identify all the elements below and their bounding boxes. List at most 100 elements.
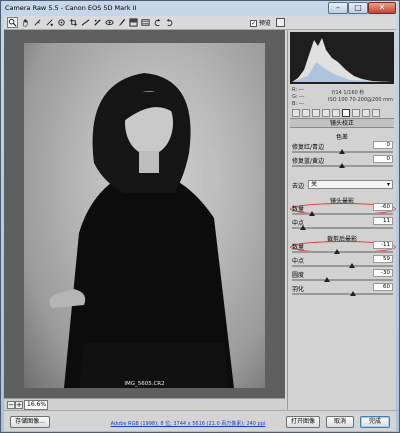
zoom-icon[interactable]	[7, 17, 18, 28]
tab-hsl[interactable]	[322, 109, 330, 117]
pc-roundness-slider[interactable]	[324, 277, 330, 282]
zoom-bar: − + 16.6%	[4, 398, 285, 410]
ca-blue-yellow-slider[interactable]	[339, 163, 345, 168]
pc-amount-input[interactable]: -11	[373, 241, 393, 249]
graduated-filter-icon[interactable]	[129, 18, 138, 27]
lens-midpoint-track[interactable]	[292, 227, 393, 229]
pc-midpoint-track[interactable]	[292, 265, 393, 267]
title-bar: Camera Raw 5.5 - Canon EOS 5D Mark II – …	[1, 1, 399, 16]
defringe-select[interactable]: 关 ▾	[308, 180, 393, 189]
workflow-options-link[interactable]: Adobe RGB (1998); 8 位; 3744 x 5616 (21.0…	[88, 420, 288, 427]
client-area: ✓ 预览 IMG_5605.CR2 − + 16.6% R: --- G: --…	[4, 16, 396, 431]
tab-basic[interactable]	[292, 109, 300, 117]
g-label: G:	[292, 94, 298, 100]
pc-feather-label: 羽化	[292, 286, 305, 293]
zoom-level-select[interactable]: 16.6%	[24, 400, 48, 410]
pc-amount-slider[interactable]	[334, 249, 340, 254]
image-preview-area[interactable]: IMG_5605.CR2	[4, 30, 285, 398]
zoom-level-value: 16.6%	[27, 401, 47, 408]
pc-midpoint-label: 中点	[292, 258, 305, 265]
preview-label: 预览	[258, 20, 271, 27]
fullscreen-icon[interactable]	[276, 18, 285, 27]
pc-midpoint-input[interactable]: 59	[373, 255, 393, 263]
open-image-button[interactable]: 打开图像	[286, 416, 320, 428]
b-label: B:	[292, 101, 298, 107]
tab-presets[interactable]	[362, 109, 370, 117]
preferences-icon[interactable]	[141, 18, 150, 27]
color-sampler-icon[interactable]	[45, 18, 54, 27]
pc-midpoint-slider[interactable]	[349, 263, 355, 268]
photo-preview	[24, 43, 265, 388]
rotate-right-icon[interactable]	[165, 18, 174, 27]
right-panel: R: --- G: --- B: --- f/14 1/160 秒 ISO 10…	[287, 30, 396, 410]
zoom-in-button[interactable]: +	[15, 401, 23, 409]
red-eye-icon[interactable]	[105, 18, 114, 27]
pc-feather-input[interactable]: 60	[373, 283, 393, 291]
target-adjust-icon[interactable]	[57, 18, 66, 27]
ca-red-cyan-label: 修复红/青边	[292, 144, 325, 151]
tab-detail[interactable]	[312, 109, 320, 117]
image-filename: IMG_5605.CR2	[124, 381, 165, 387]
pc-amount-row: 数量 -11	[292, 241, 393, 256]
ca-red-cyan-slider[interactable]	[339, 149, 345, 154]
preview-check-box[interactable]: ✓	[250, 20, 257, 27]
ca-blue-yellow-row: 修复蓝/黄边 0	[292, 155, 393, 170]
ca-red-cyan-input[interactable]: 0	[373, 141, 393, 149]
maximize-button[interactable]: □	[348, 2, 368, 14]
pc-midpoint-row: 中点 59	[292, 255, 393, 270]
hand-icon[interactable]	[21, 18, 30, 27]
crop-icon[interactable]	[69, 18, 78, 27]
ca-blue-yellow-input[interactable]: 0	[373, 155, 393, 163]
pc-roundness-input[interactable]: -30	[373, 269, 393, 277]
close-button[interactable]: ✕	[368, 2, 396, 14]
b-value: ---	[298, 101, 305, 107]
camera-raw-window: Camera Raw 5.5 - Canon EOS 5D Mark II – …	[0, 0, 400, 433]
bottom-bar: 存储图像... Adobe RGB (1998); 8 位; 3744 x 56…	[4, 410, 396, 431]
minimize-button[interactable]: –	[328, 2, 348, 14]
adjustment-brush-icon[interactable]	[117, 18, 126, 27]
tab-lens-corrections[interactable]	[342, 109, 350, 117]
r-label: R:	[292, 87, 298, 93]
g-value: ---	[299, 94, 305, 100]
pc-roundness-row: 圆度 -30	[292, 269, 393, 284]
lens-amount-track[interactable]	[292, 213, 393, 215]
chromatic-aberration-header: 色差	[335, 134, 348, 141]
camera-info: R: --- G: --- B: --- f/14 1/160 秒 ISO 10…	[290, 85, 394, 107]
pc-amount-track[interactable]	[292, 251, 393, 253]
cancel-button[interactable]: 取消	[326, 416, 354, 428]
defringe-row: 去边 关 ▾	[292, 180, 393, 190]
panel-tabs	[290, 108, 394, 119]
tab-snapshots[interactable]	[372, 109, 380, 117]
defringe-label: 去边	[292, 183, 305, 190]
tab-camera-calibration[interactable]	[352, 109, 360, 117]
rotate-left-icon[interactable]	[153, 18, 162, 27]
white-balance-icon[interactable]	[33, 18, 42, 27]
panel-title: 镜头校正	[290, 119, 394, 128]
tab-split-toning[interactable]	[332, 109, 340, 117]
iso-lens: ISO 100 70-200@200 mm	[328, 97, 393, 103]
ca-red-cyan-row: 修复红/青边 0	[292, 141, 393, 156]
lens-midpoint-input[interactable]: 11	[373, 217, 393, 225]
pc-feather-slider[interactable]	[350, 291, 356, 296]
pc-amount-label: 数量	[292, 244, 305, 251]
lens-amount-input[interactable]: -60	[373, 203, 393, 211]
done-button[interactable]: 完成	[360, 416, 390, 428]
straighten-icon[interactable]	[81, 18, 90, 27]
lens-amount-slider[interactable]	[309, 211, 315, 216]
lens-midpoint-row: 中点 11	[292, 217, 393, 232]
chevron-down-icon: ▾	[386, 181, 390, 188]
spot-removal-icon[interactable]	[93, 18, 102, 27]
defringe-value: 关	[311, 181, 318, 188]
lens-amount-row: 数量 -60	[292, 203, 393, 218]
tab-tone-curve[interactable]	[302, 109, 310, 117]
window-title: Camera Raw 5.5 - Canon EOS 5D Mark II	[5, 4, 137, 12]
zoom-out-button[interactable]: −	[7, 401, 15, 409]
lens-midpoint-slider[interactable]	[300, 225, 306, 230]
pc-roundness-track[interactable]	[292, 279, 393, 281]
save-image-button[interactable]: 存储图像...	[10, 416, 50, 428]
pc-feather-row: 羽化 60	[292, 283, 393, 298]
histogram	[290, 32, 394, 84]
pc-feather-track[interactable]	[292, 293, 393, 295]
toolbar: ✓ 预览	[4, 16, 396, 30]
preview-checkbox[interactable]: ✓ 预览	[250, 18, 271, 27]
